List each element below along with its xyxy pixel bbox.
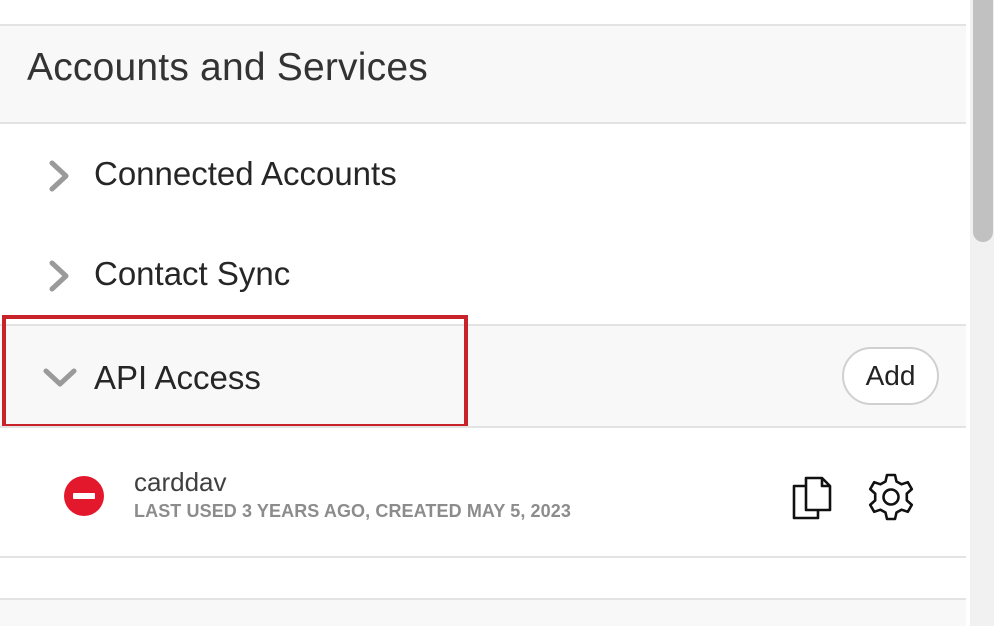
add-api-button[interactable]: Add bbox=[842, 347, 939, 405]
settings-content: Accounts and Services Connected Accounts… bbox=[0, 0, 966, 626]
highlight-box bbox=[2, 315, 468, 428]
chevron-right-icon bbox=[49, 260, 69, 292]
chevron-right-icon bbox=[49, 160, 69, 192]
row-connected-accounts[interactable]: Connected Accounts bbox=[0, 124, 966, 224]
remove-icon[interactable] bbox=[64, 476, 104, 516]
row-label-connected-accounts: Connected Accounts bbox=[94, 155, 397, 192]
gear-icon[interactable] bbox=[866, 472, 916, 522]
row-label-contact-sync: Contact Sync bbox=[94, 255, 291, 292]
scrollbar-thumb[interactable] bbox=[973, 0, 993, 242]
next-section-header bbox=[0, 600, 966, 626]
row-contact-sync[interactable]: Contact Sync bbox=[0, 224, 966, 324]
settings-page: Accounts and Services Connected Accounts… bbox=[0, 0, 994, 626]
divider bbox=[0, 556, 966, 558]
api-item-name: carddav bbox=[134, 467, 227, 497]
section-title: Accounts and Services bbox=[27, 46, 428, 89]
api-item-meta: LAST USED 3 YEARS AGO, CREATED MAY 5, 20… bbox=[134, 501, 571, 521]
copy-icon[interactable] bbox=[788, 472, 836, 520]
